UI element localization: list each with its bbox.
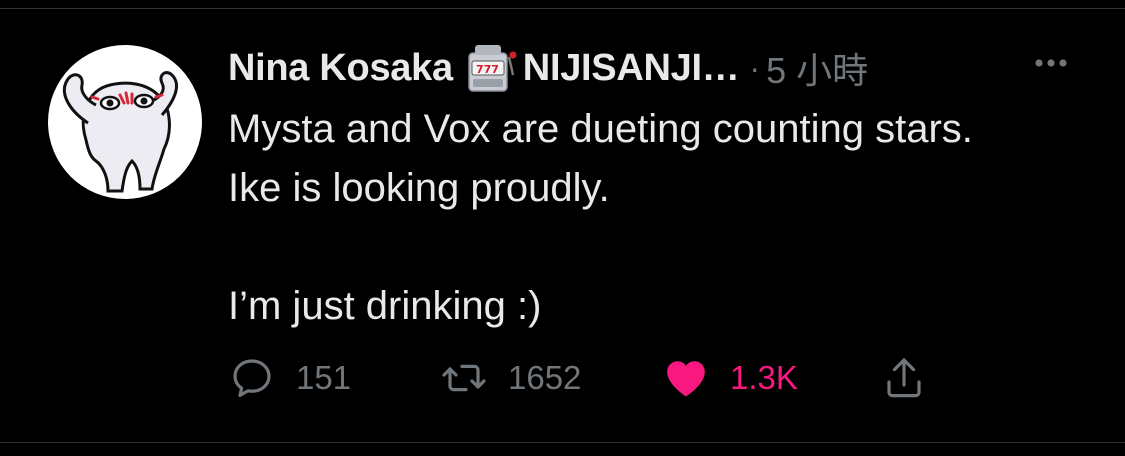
display-name[interactable]: Nina Kosaka	[228, 47, 453, 90]
more-icon	[1035, 59, 1067, 67]
display-name-suffix[interactable]: NIJISANJI…	[523, 47, 740, 90]
avatar-image	[62, 71, 178, 193]
retweet-count: 1652	[508, 359, 582, 396]
reply-icon	[233, 359, 271, 397]
retweet-button[interactable]: 1652	[440, 350, 581, 406]
tweet-header: Nina Kosaka 777 NIJISANJI… · 5 小時	[228, 40, 868, 96]
reply-button[interactable]: 151	[228, 350, 351, 406]
like-count: 1.3K	[730, 359, 798, 396]
slot-machine-icon: 777	[463, 43, 517, 93]
retweet-icon	[442, 364, 486, 392]
avatar[interactable]	[48, 45, 202, 199]
share-button[interactable]	[880, 350, 928, 406]
tweet-text-line: Mysta and Vox are dueting counting stars…	[228, 107, 973, 151]
svg-text:777: 777	[476, 63, 499, 76]
heart-icon	[667, 361, 705, 397]
bottom-divider	[0, 442, 1125, 443]
tweet-text-line: Ike is looking proudly.	[228, 166, 610, 210]
tweet-text-blank-line	[228, 218, 1108, 277]
top-divider	[0, 0, 1125, 9]
share-icon	[887, 358, 921, 398]
tweet-actions: 151 1652 1.3K	[228, 350, 948, 406]
tweet-text: Mysta and Vox are dueting counting stars…	[228, 100, 1108, 336]
timestamp[interactable]: 5 小時	[766, 42, 868, 94]
separator-dot: ·	[749, 49, 761, 86]
tweet-text-line: I’m just drinking :)	[228, 284, 542, 328]
more-options-button[interactable]	[1026, 48, 1076, 78]
reply-count: 151	[296, 359, 352, 396]
like-button[interactable]: 1.3K	[662, 350, 798, 406]
